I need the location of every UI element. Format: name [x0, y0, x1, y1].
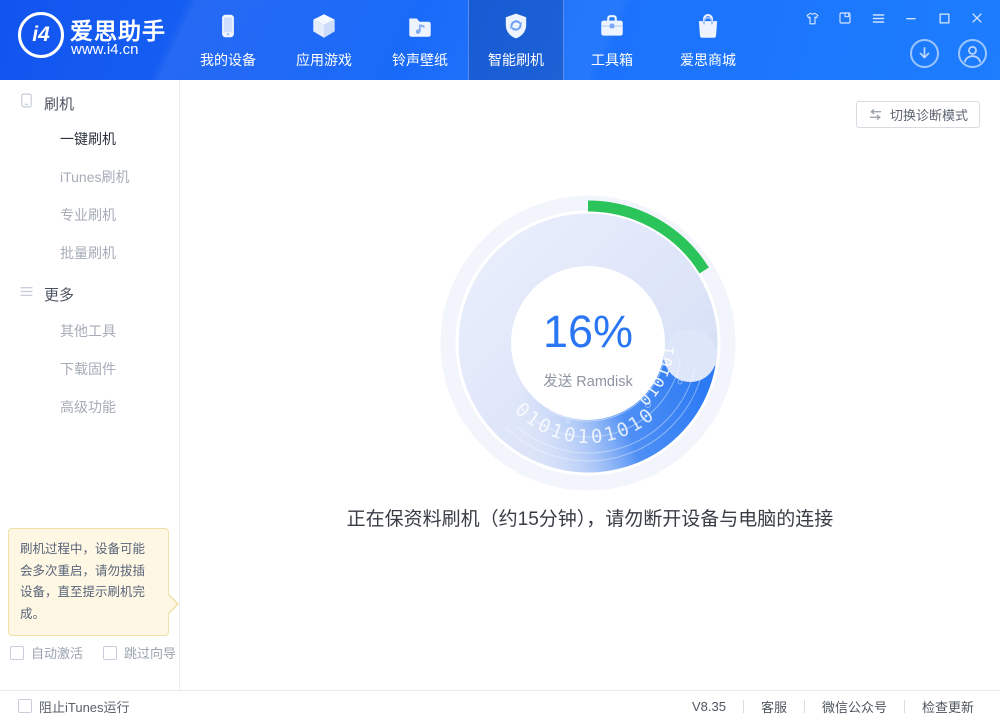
nav-i4-mall[interactable]: 爱思商城 [660, 0, 756, 80]
main-content: 切换诊断模式 [180, 80, 1000, 690]
minimize-icon[interactable] [902, 9, 920, 27]
status-bar: 阻止iTunes运行 V8.35 客服 微信公众号 检查更新 [0, 690, 1000, 721]
app-window: i4 爱思助手 www.i4.cn 我的设备 应用游戏 [0, 0, 1000, 721]
skin-icon[interactable] [803, 9, 821, 27]
mini-window-icon[interactable] [836, 9, 854, 27]
nav-smart-flash[interactable]: 智能刷机 [468, 0, 564, 80]
check-update-link[interactable]: 检查更新 [922, 697, 974, 716]
sidebar-item-advanced-features[interactable]: 高级功能 [60, 397, 116, 417]
sidebar: 刷机 一键刷机 iTunes刷机 专业刷机 批量刷机 更多 其他工具 下载固件 … [0, 80, 180, 690]
sidebar-section-more: 更多 [44, 284, 74, 305]
nav-ringtones-wallpapers[interactable]: 铃声壁纸 [372, 0, 468, 80]
status-bar-right: V8.35 客服 微信公众号 检查更新 [692, 691, 974, 721]
separator [804, 700, 805, 713]
separator [743, 700, 744, 713]
download-manager-button[interactable] [910, 39, 939, 68]
swap-icon [868, 108, 883, 121]
skip-wizard-option: 跳过向导 [103, 643, 176, 662]
sidebar-item-itunes-flash[interactable]: iTunes刷机 [60, 167, 130, 187]
block-itunes-label: 阻止iTunes运行 [39, 697, 130, 716]
nav-toolbox[interactable]: 工具箱 [564, 0, 660, 80]
ringtone-folder-icon [405, 11, 435, 41]
header: i4 爱思助手 www.i4.cn 我的设备 应用游戏 [0, 0, 1000, 80]
maximize-icon[interactable] [935, 9, 953, 27]
version-label: V8.35 [692, 699, 726, 714]
skip-wizard-checkbox[interactable] [103, 646, 117, 660]
separator [904, 700, 905, 713]
header-quick-actions [910, 39, 987, 68]
block-itunes-checkbox[interactable] [18, 699, 32, 713]
app-website: www.i4.cn [71, 41, 139, 58]
phone-outline-icon [18, 92, 35, 109]
sidebar-item-batch-flash[interactable]: 批量刷机 [60, 243, 116, 263]
menu-icon[interactable] [869, 9, 887, 27]
user-account-button[interactable] [958, 39, 987, 68]
nav-apps-games[interactable]: 应用游戏 [276, 0, 372, 80]
progress-stage: 发送 Ramdisk [418, 370, 758, 391]
sidebar-item-download-firmware[interactable]: 下载固件 [60, 359, 116, 379]
auto-activate-label: 自动激活 [31, 643, 83, 662]
wechat-account-link[interactable]: 微信公众号 [822, 697, 887, 716]
block-itunes-option: 阻止iTunes运行 [18, 691, 130, 721]
switch-diagnostic-mode-button[interactable]: 切换诊断模式 [856, 101, 980, 128]
titlebar-controls [803, 9, 986, 27]
toolbox-icon [597, 11, 627, 41]
phone-icon [213, 11, 243, 41]
download-icon [912, 41, 937, 66]
skip-wizard-label: 跳过向导 [124, 643, 176, 662]
progress-percent: 16% [418, 306, 758, 358]
flash-progress-widget: 01010101010 010101 16% 发送 Ramdisk [418, 173, 758, 513]
shopping-bag-icon [693, 11, 723, 41]
main-nav: 我的设备 应用游戏 铃声壁纸 [180, 0, 756, 80]
progress-message: 正在保资料刷机（约15分钟），请勿断开设备与电脑的连接 [180, 504, 1000, 531]
auto-activate-option: 自动激活 [10, 643, 83, 662]
nav-my-devices[interactable]: 我的设备 [180, 0, 276, 80]
customer-service-link[interactable]: 客服 [761, 697, 787, 716]
sidebar-options: 自动激活 跳过向导 [10, 643, 176, 662]
shield-refresh-icon [501, 11, 531, 41]
sidebar-item-other-tools[interactable]: 其他工具 [60, 321, 116, 341]
sidebar-item-pro-flash[interactable]: 专业刷机 [60, 205, 116, 225]
app-logo-icon: i4 [18, 12, 64, 58]
user-icon [960, 41, 985, 66]
auto-activate-checkbox[interactable] [10, 646, 24, 660]
sidebar-section-flash: 刷机 [44, 93, 74, 114]
cube-icon [309, 11, 339, 41]
flash-warning-tooltip: 刷机过程中，设备可能会多次重启，请勿拔插设备，直至提示刷机完成。 [8, 528, 169, 636]
close-icon[interactable] [968, 9, 986, 27]
sidebar-item-one-click-flash[interactable]: 一键刷机 [60, 129, 116, 149]
menu-lines-icon [18, 283, 35, 300]
